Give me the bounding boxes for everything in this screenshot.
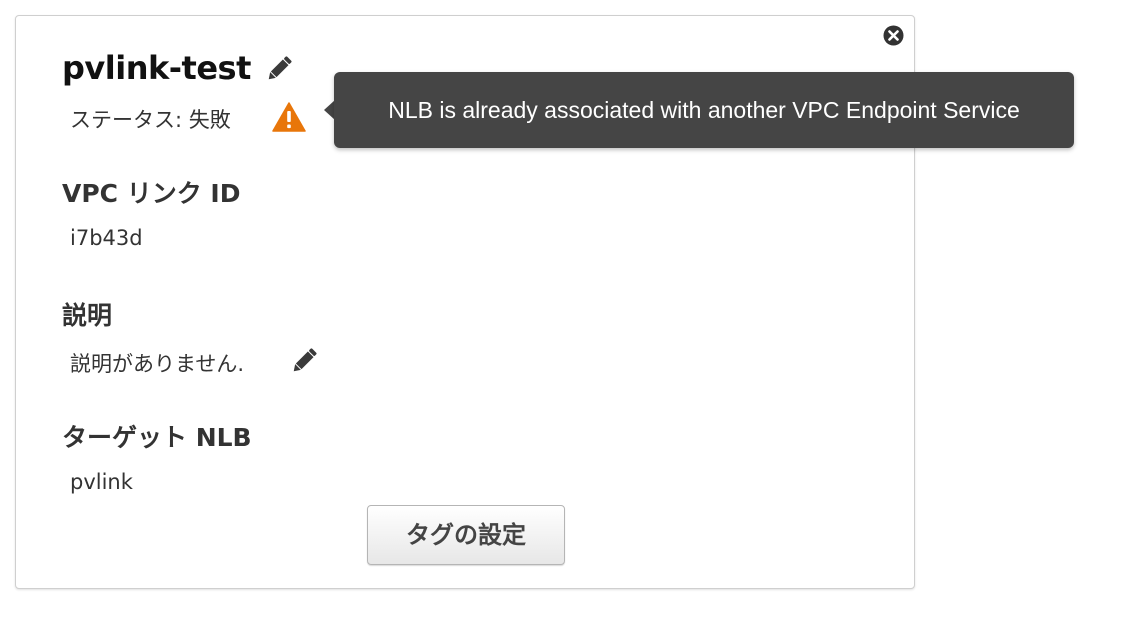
tag-settings-button[interactable]: タグの設定 xyxy=(367,505,565,565)
edit-description-pencil-icon[interactable] xyxy=(289,346,319,376)
warning-icon[interactable] xyxy=(272,102,306,132)
close-icon[interactable] xyxy=(883,25,904,46)
vpc-link-id-heading: VPC リンク ID xyxy=(62,179,241,208)
status-text: ステータス: 失敗 xyxy=(70,108,231,132)
edit-title-pencil-icon[interactable] xyxy=(264,54,294,84)
target-nlb-heading: ターゲット NLB xyxy=(62,423,252,452)
description-heading: 説明 xyxy=(62,301,113,330)
page-title: pvlink-test xyxy=(62,49,251,87)
status-error-tooltip: NLB is already associated with another V… xyxy=(334,72,1074,148)
description-value: 説明がありません. xyxy=(70,352,245,376)
target-nlb-value: pvlink xyxy=(70,470,133,494)
vpc-link-id-value: i7b43d xyxy=(70,226,143,250)
